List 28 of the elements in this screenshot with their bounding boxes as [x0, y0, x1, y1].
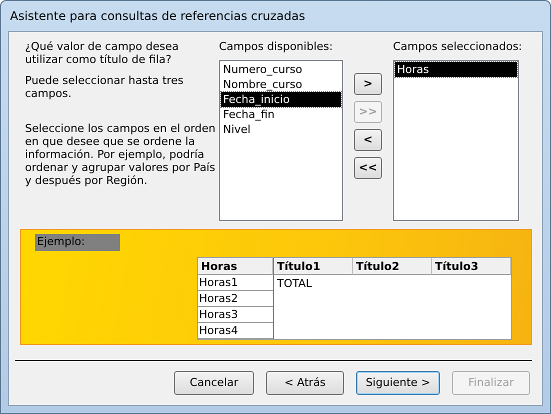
dialog-button[interactable]: Cancelar	[174, 371, 254, 395]
column-header: Título3	[432, 258, 511, 275]
move-field-button[interactable]: <	[354, 129, 382, 151]
row-header-cell: Horas3	[198, 307, 273, 323]
move-field-button[interactable]: <<	[354, 157, 382, 179]
row-header-cell: Horas4	[198, 323, 273, 339]
dialog-button[interactable]: < Atrás	[266, 371, 344, 395]
table-cell-text: TOTAL	[276, 276, 313, 292]
move-field-button[interactable]: >	[354, 73, 382, 95]
instruction-text: ¿Qué valor de campo desea utilizar como título de fila?	[25, 40, 180, 66]
list-label: Campos seleccionados:	[393, 40, 519, 55]
field-list-item[interactable]: Horas	[395, 62, 517, 77]
example-label: Ejemplo:	[35, 234, 120, 251]
list-label: Campos disponibles:	[219, 40, 334, 55]
row-header-cell: Horas1	[198, 275, 273, 291]
column-header: Título1	[274, 258, 353, 275]
window-title: Asistente para consultas de referencias cruzadas	[9, 8, 306, 25]
field-list-item[interactable]: Numero_curso	[221, 62, 341, 77]
instruction-text: Puede seleccionar hasta tres campos.	[25, 74, 184, 100]
column-header: Título2	[353, 258, 432, 275]
dialog-button[interactable]: Siguiente >	[356, 371, 440, 395]
row-header-cell: Horas2	[198, 291, 273, 307]
field-list-item[interactable]: Nombre_curso	[221, 77, 341, 92]
instruction-text: Seleccione los campos en el orden en que desee que se ordene la información. Por ejemplo, podría ordenar y agrupar valores por País y después por Región.	[25, 122, 216, 187]
field-list-item[interactable]: Nivel	[221, 122, 341, 137]
field-list-item[interactable]: Fecha_inicio	[221, 92, 341, 107]
field-list-item[interactable]: Fecha_fin	[221, 107, 341, 122]
column-header: Horas	[198, 258, 273, 275]
